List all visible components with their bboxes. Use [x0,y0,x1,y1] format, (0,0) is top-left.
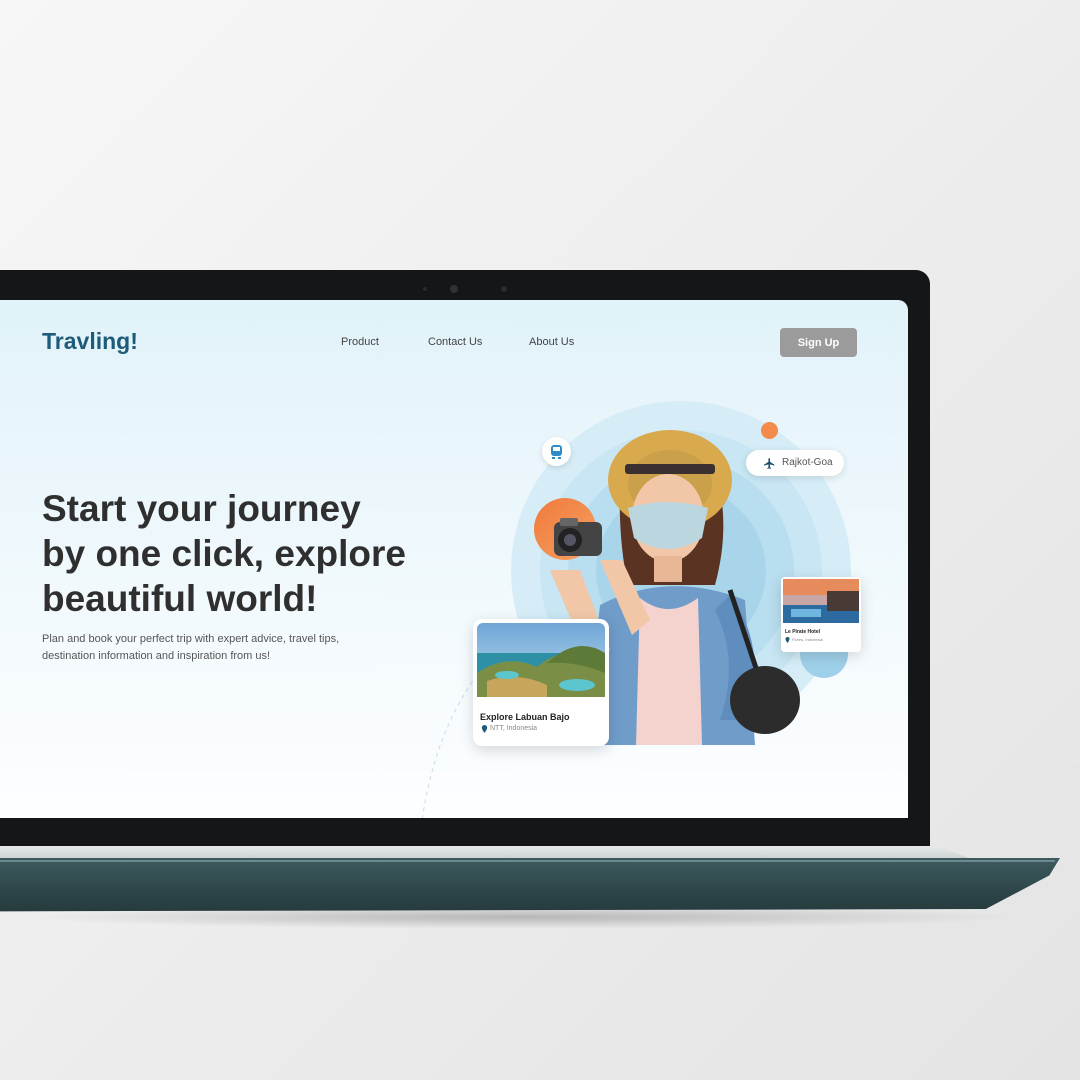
destination-card-title: Explore Labuan Bajo [480,712,570,722]
destination-image [477,623,605,697]
sign-up-button[interactable]: Sign Up [780,328,857,357]
hotel-card-location: Flores, Indonesia [792,637,823,642]
hotel-card-title: Le Pirate Hotel [785,629,821,635]
sensor-dot [501,286,507,292]
location-pin-icon [481,725,488,733]
sensor-dot [423,287,427,291]
destination-card-location: NTT, Indonesia [490,725,538,732]
brand-logo[interactable]: Travling! [42,328,138,355]
nav-link-product[interactable]: Product [341,336,379,348]
browser-viewport: Travling! Product Contact Us About Us Si… [0,300,908,818]
airplane-icon [764,458,775,469]
laptop-hinge [0,846,975,860]
webcam-icon [450,285,458,293]
hero-headline: Start your journey by one click, explore… [42,486,442,621]
laptop-base-edge [0,860,1055,862]
nav-link-about-us[interactable]: About Us [529,336,574,348]
location-pin-icon [785,637,790,643]
laptop-base [0,858,1060,912]
hotel-card[interactable]: Le Pirate Hotel Flores, Indonesia [781,577,861,652]
route-label: Rajkot-Goa [782,457,833,468]
hero-headline-line: by one click, explore [42,533,406,574]
hero-headline-line: Start your journey [42,488,361,529]
route-chip[interactable]: Rajkot-Goa [746,450,844,476]
train-badge [542,437,571,466]
train-icon [551,445,562,459]
hero-subtext-line: destination information and inspiration … [42,650,271,662]
nav-link-contact-us[interactable]: Contact Us [428,336,482,348]
destination-card[interactable]: Explore Labuan Bajo NTT, Indonesia [473,619,609,746]
hero-subtext: Plan and book your perfect trip with exp… [42,631,392,665]
hero-headline-line: beautiful world! [42,578,318,619]
hotel-image [783,579,859,623]
hero-subtext-line: Plan and book your perfect trip with exp… [42,633,340,645]
